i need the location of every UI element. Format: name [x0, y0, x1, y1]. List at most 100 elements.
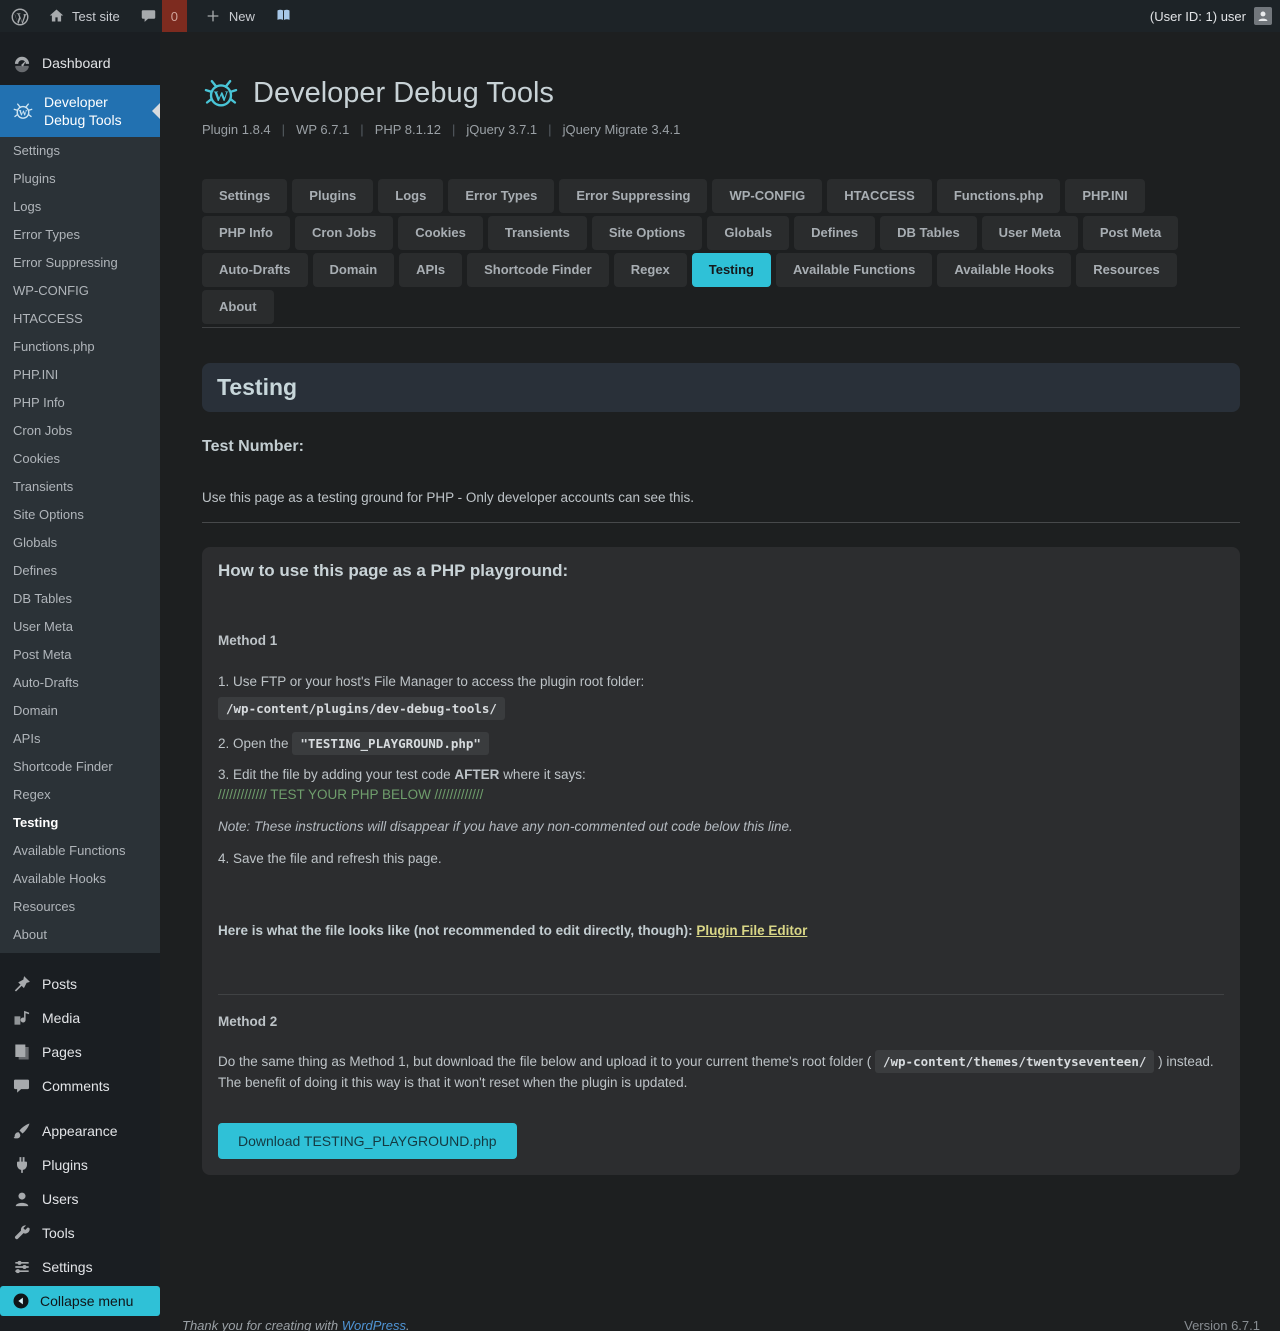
tab-wp-config[interactable]: WP-CONFIG [712, 179, 822, 213]
tab-htaccess[interactable]: HTACCESS [827, 179, 932, 213]
sidebar-item-php-info[interactable]: PHP Info [0, 389, 160, 417]
pin-icon [12, 974, 32, 994]
tab-transients[interactable]: Transients [488, 216, 587, 250]
sidebar-item-posts[interactable]: Posts [0, 967, 160, 1001]
sidebar-item-transients[interactable]: Transients [0, 473, 160, 501]
new-content-menu[interactable]: New [195, 0, 265, 32]
sidebar-item-apis[interactable]: APIs [0, 725, 160, 753]
tab-user-meta[interactable]: User Meta [982, 216, 1078, 250]
tab-available-hooks[interactable]: Available Hooks [937, 253, 1071, 287]
sidebar-item-developer-debug-tools[interactable]: Developer Debug Tools [0, 85, 160, 137]
wordpress-link[interactable]: WordPress [342, 1318, 406, 1331]
sidebar-item-shortcode-finder[interactable]: Shortcode Finder [0, 753, 160, 781]
sidebar-item-php-ini[interactable]: PHP.INI [0, 361, 160, 389]
sidebar-item-resources[interactable]: Resources [0, 893, 160, 921]
section-header-panel: Testing [202, 363, 1240, 412]
sidebar-item-media[interactable]: Media [0, 1001, 160, 1035]
tab-about[interactable]: About [202, 290, 274, 324]
sidebar-item-user-meta[interactable]: User Meta [0, 613, 160, 641]
sidebar-item-pages[interactable]: Pages [0, 1035, 160, 1069]
avatar [1254, 7, 1272, 25]
sidebar-item-db-tables[interactable]: DB Tables [0, 585, 160, 613]
tab-error-suppressing[interactable]: Error Suppressing [559, 179, 707, 213]
sidebar-item-defines[interactable]: Defines [0, 557, 160, 585]
sidebar-item-tools[interactable]: Tools [0, 1216, 160, 1250]
sidebar-item-plugins-core[interactable]: Plugins [0, 1148, 160, 1182]
sidebar-item-settings-core[interactable]: Settings [0, 1250, 160, 1284]
sidebar-item-appearance[interactable]: Appearance [0, 1114, 160, 1148]
tab-defines[interactable]: Defines [794, 216, 875, 250]
sidebar-item-settings[interactable]: Settings [0, 137, 160, 165]
tab-functions-php[interactable]: Functions.php [937, 179, 1061, 213]
sidebar-item-globals[interactable]: Globals [0, 529, 160, 557]
sliders-icon [12, 1257, 32, 1277]
tab-shortcode-finder[interactable]: Shortcode Finder [467, 253, 609, 287]
brush-icon [12, 1121, 32, 1141]
tab-apis[interactable]: APIs [399, 253, 462, 287]
tab-php-ini[interactable]: PHP.INI [1065, 179, 1144, 213]
tab-auto-drafts[interactable]: Auto-Drafts [202, 253, 308, 287]
tab-php-info[interactable]: PHP Info [202, 216, 290, 250]
core-menu: Posts Media Pages Comments Appearance [0, 967, 160, 1284]
howto-box: How to use this page as a PHP playground… [202, 547, 1240, 1175]
page-content: Developer Debug Tools Plugin 1.8.4| WP 6… [160, 32, 1280, 1175]
tab-db-tables[interactable]: DB Tables [880, 216, 977, 250]
sidebar-item-post-meta[interactable]: Post Meta [0, 641, 160, 669]
comments-link[interactable] [130, 0, 162, 32]
sidebar-item-dashboard[interactable]: Dashboard [0, 46, 160, 80]
tab-resources[interactable]: Resources [1076, 253, 1176, 287]
tab-cookies[interactable]: Cookies [398, 216, 483, 250]
tab-bar: Settings Plugins Logs Error Types Error … [202, 179, 1240, 328]
sidebar-item-domain[interactable]: Domain [0, 697, 160, 725]
site-link[interactable]: Test site [38, 0, 130, 32]
tab-post-meta[interactable]: Post Meta [1083, 216, 1178, 250]
tab-error-types[interactable]: Error Types [448, 179, 554, 213]
plugin-file-editor-link[interactable]: Plugin File Editor [696, 923, 807, 938]
tab-plugins[interactable]: Plugins [292, 179, 373, 213]
sidebar-item-wp-config[interactable]: WP-CONFIG [0, 277, 160, 305]
tab-testing[interactable]: Testing [692, 253, 771, 287]
site-name: Test site [72, 9, 120, 24]
tab-domain[interactable]: Domain [313, 253, 395, 287]
download-playground-button[interactable]: Download TESTING_PLAYGROUND.php [218, 1123, 517, 1159]
sidebar-item-error-suppressing[interactable]: Error Suppressing [0, 249, 160, 277]
sidebar-item-functions-php[interactable]: Functions.php [0, 333, 160, 361]
sidebar-item-auto-drafts[interactable]: Auto-Drafts [0, 669, 160, 697]
tab-site-options[interactable]: Site Options [592, 216, 703, 250]
debug-log-toolbar-item[interactable] [265, 0, 303, 32]
method1-label: Method 1 [218, 631, 1224, 651]
tab-globals[interactable]: Globals [707, 216, 789, 250]
footer-version: Version 6.7.1 [1184, 1318, 1260, 1331]
sidebar-item-about[interactable]: About [0, 921, 160, 949]
sidebar-item-plugins[interactable]: Plugins [0, 165, 160, 193]
tab-logs[interactable]: Logs [378, 179, 443, 213]
theme-path-code: /wp-content/themes/twentyseventeen/ [875, 1050, 1154, 1073]
sidebar-item-logs[interactable]: Logs [0, 193, 160, 221]
account-menu[interactable]: (User ID: 1) user [1150, 7, 1280, 25]
sidebar-item-cookies[interactable]: Cookies [0, 445, 160, 473]
tab-cron-jobs[interactable]: Cron Jobs [295, 216, 393, 250]
wp-logo-menu[interactable] [0, 0, 38, 32]
test-number-label: Test Number: [202, 438, 1240, 456]
sidebar-item-comments[interactable]: Comments [0, 1069, 160, 1103]
sidebar-item-available-hooks[interactable]: Available Hooks [0, 865, 160, 893]
tab-regex[interactable]: Regex [614, 253, 687, 287]
plugin-bug-logo-icon [202, 74, 240, 112]
tab-settings[interactable]: Settings [202, 179, 287, 213]
php-marker-line: ///////////// TEST YOUR PHP BELOW //////… [218, 787, 483, 802]
admin-bar: Test site 0 New (User ID: 1) user [0, 0, 1280, 32]
collapse-menu-button[interactable]: Collapse menu [0, 1286, 160, 1316]
sidebar-item-users[interactable]: Users [0, 1182, 160, 1216]
sidebar-item-htaccess[interactable]: HTACCESS [0, 305, 160, 333]
comments-count-badge[interactable]: 0 [162, 0, 187, 32]
bug-icon [12, 100, 34, 122]
tab-available-functions[interactable]: Available Functions [776, 253, 932, 287]
sidebar-item-regex[interactable]: Regex [0, 781, 160, 809]
step2: 2. Open the "TESTING_PLAYGROUND.php" [218, 732, 1224, 755]
sidebar-item-site-options[interactable]: Site Options [0, 501, 160, 529]
sidebar-item-testing[interactable]: Testing [0, 809, 160, 837]
user-icon [12, 1189, 32, 1209]
sidebar-item-available-functions[interactable]: Available Functions [0, 837, 160, 865]
sidebar-item-cron-jobs[interactable]: Cron Jobs [0, 417, 160, 445]
sidebar-item-error-types[interactable]: Error Types [0, 221, 160, 249]
